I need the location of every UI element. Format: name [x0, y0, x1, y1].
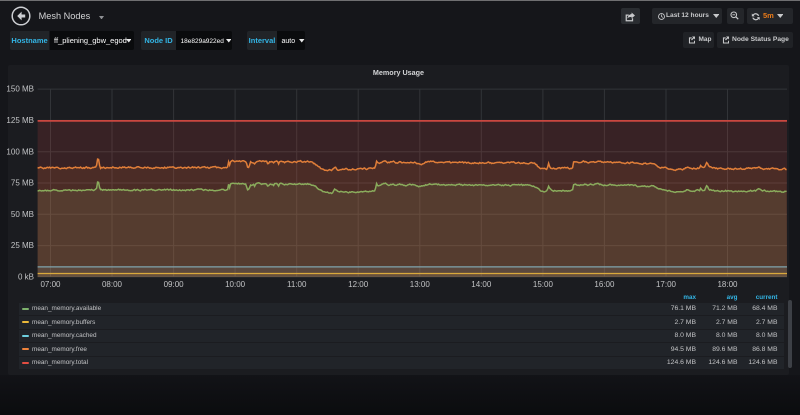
svg-text:75 MB: 75 MB: [11, 179, 34, 188]
svg-text:125 MB: 125 MB: [6, 116, 34, 125]
svg-text:13:00: 13:00: [410, 280, 431, 289]
svg-text:10:00: 10:00: [225, 280, 246, 289]
svg-text:18:00: 18:00: [717, 280, 738, 289]
svg-text:16:00: 16:00: [594, 280, 615, 289]
svg-text:15:00: 15:00: [533, 280, 554, 289]
svg-text:50 MB: 50 MB: [11, 210, 34, 219]
svg-text:08:00: 08:00: [102, 280, 123, 289]
svg-text:17:00: 17:00: [656, 280, 677, 289]
svg-text:11:00: 11:00: [287, 280, 307, 289]
svg-text:25 MB: 25 MB: [11, 241, 34, 250]
svg-text:14:00: 14:00: [471, 280, 492, 289]
svg-text:0 kB: 0 kB: [18, 273, 34, 282]
svg-text:12:00: 12:00: [348, 280, 369, 289]
svg-text:07:00: 07:00: [40, 280, 61, 289]
svg-text:100 MB: 100 MB: [6, 147, 34, 156]
svg-text:150 MB: 150 MB: [6, 85, 34, 94]
svg-text:09:00: 09:00: [164, 280, 185, 289]
